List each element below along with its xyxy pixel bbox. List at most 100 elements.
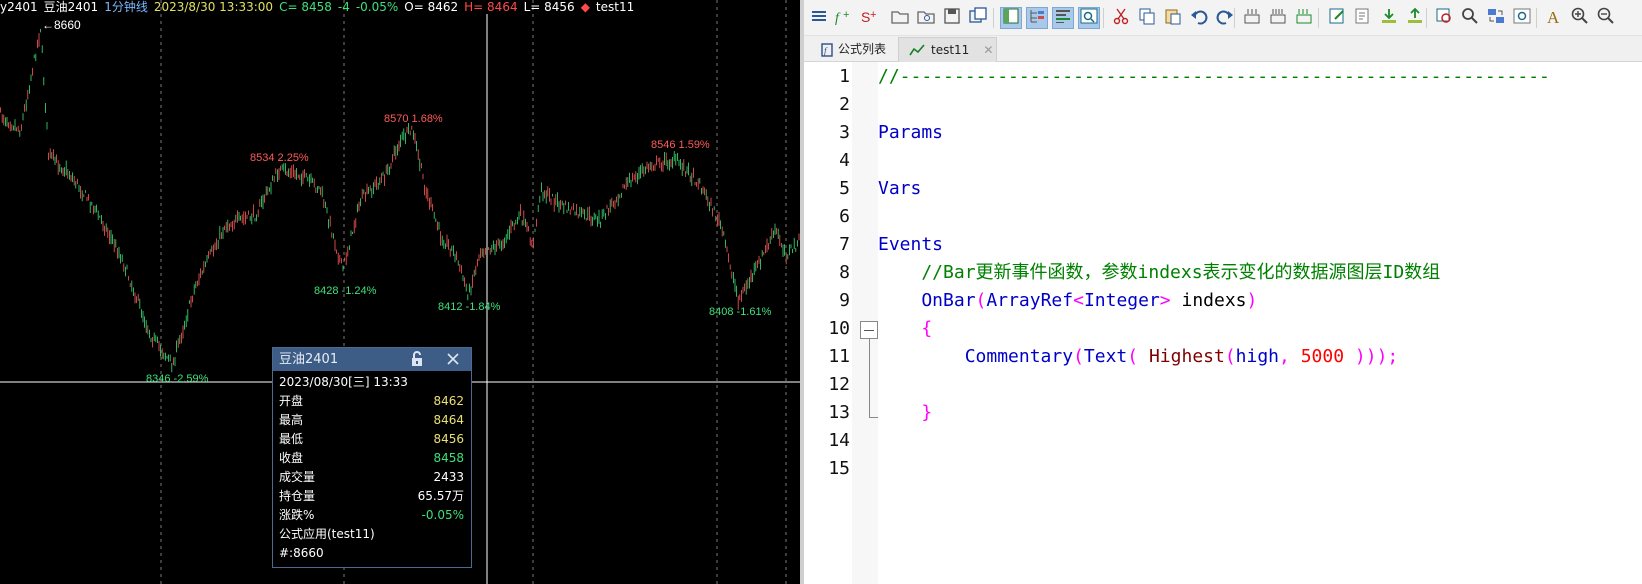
panel-button[interactable] — [1000, 7, 1022, 29]
tab-test11[interactable]: test11 ✕ — [898, 37, 997, 62]
tab-formula-list[interactable]: f 公式列表 — [814, 37, 897, 62]
batch-button[interactable] — [1293, 7, 1315, 29]
tooltip-formula-app: 公式应用(test11) — [279, 527, 375, 541]
copy-button[interactable] — [1136, 7, 1158, 29]
kline-chart-panel[interactable]: ←8660 8534 2.25% 8570 1.68% 8546 1.59% 8346 … — [0, 0, 800, 584]
indicator-label: test11 — [595, 0, 635, 14]
compile-all-button[interactable] — [1267, 7, 1289, 29]
code-token: Integer — [1083, 290, 1160, 311]
code-line[interactable]: //Bar更新事件函数，参数indexs表示变化的数据源图层ID数组 — [878, 259, 1440, 287]
editor-tab-bar: f 公式列表 test11 ✕ — [804, 36, 1642, 62]
paste-button[interactable] — [1162, 7, 1184, 29]
output-button[interactable] — [1052, 7, 1074, 29]
code-token: high — [1235, 346, 1280, 367]
edit-button[interactable] — [1326, 7, 1348, 29]
find-panel-icon — [1079, 6, 1099, 30]
open-button[interactable] — [889, 7, 911, 29]
panel-icon — [1001, 6, 1021, 30]
line-number: 1 — [839, 66, 850, 87]
line-number: 8 — [839, 262, 850, 283]
peak-label: 8570 1.68% — [384, 113, 443, 125]
open-link-icon — [916, 6, 936, 30]
code-token: > — [1159, 290, 1171, 311]
code-token: ( — [1127, 346, 1149, 367]
code-token: //Bar更新事件函数，参数indexs表示变化的数据源图层ID数组 — [878, 262, 1441, 283]
line-number: 14 — [828, 430, 850, 451]
toolbar-separator — [1318, 8, 1319, 28]
svg-text:A: A — [1547, 8, 1560, 26]
save-all-icon — [968, 6, 988, 30]
code-editor[interactable]: 1 //-------------------------------------… — [804, 62, 1642, 584]
code-token: < — [1073, 290, 1084, 311]
code-token: ( — [1073, 346, 1084, 367]
indicator-name[interactable]: ◆ test11 — [581, 0, 641, 14]
paste-icon — [1163, 6, 1183, 30]
redo-button[interactable] — [1214, 7, 1236, 29]
tooltip-date: 2023/08/30[三] 13:33 — [279, 375, 408, 389]
cut-button[interactable] — [1110, 7, 1132, 29]
tooltip-row: 最高 8464 — [273, 411, 471, 430]
symbol-code: y2401 — [0, 0, 38, 14]
code-line[interactable]: //--------------------------------------… — [878, 63, 1550, 91]
tooltip-row-label: 最低 — [279, 432, 304, 446]
code-line[interactable]: Commentary(Text( Highest(high, 5000 ))); — [878, 343, 1399, 371]
tooltip-row-value: 8456 — [433, 432, 464, 446]
goto-button[interactable] — [1511, 7, 1533, 29]
toolbar-separator — [1536, 8, 1537, 28]
change-value: -4 — [337, 0, 350, 14]
save-all-button[interactable] — [967, 7, 989, 29]
period-label[interactable]: 1分钟线 — [104, 0, 148, 14]
tooltip-row-value: 2433 — [433, 470, 464, 484]
export-button[interactable] — [1404, 7, 1426, 29]
find-panel-button[interactable] — [1078, 7, 1100, 29]
change-pct: -0.05% — [355, 0, 399, 14]
high-value: H= 8464 — [464, 0, 518, 14]
low-value: L= 8456 — [523, 0, 575, 14]
tooltip-row: 涨跌% -0.05% — [273, 506, 471, 525]
close-icon[interactable] — [445, 351, 461, 367]
zoom-in-button[interactable] — [1569, 7, 1591, 29]
undo-icon — [1189, 6, 1209, 30]
font-button[interactable]: A — [1543, 7, 1565, 29]
open-value: O= 8462 — [404, 0, 459, 14]
save-button[interactable] — [941, 7, 963, 29]
code-line[interactable]: { — [878, 315, 932, 343]
tooltip-header[interactable]: 豆油2401 — [273, 348, 471, 371]
code-line[interactable]: Vars — [878, 175, 921, 203]
unlock-icon[interactable] — [409, 351, 425, 367]
svg-text:+: + — [870, 9, 876, 21]
replace-icon — [1486, 6, 1506, 30]
fold-toggle-icon[interactable] — [860, 321, 878, 339]
copy-icon — [1137, 6, 1157, 30]
tooltip-row: 成交量 2433 — [273, 468, 471, 487]
undo-button[interactable] — [1188, 7, 1210, 29]
svg-text:+: + — [843, 9, 849, 21]
compile-button[interactable] — [1241, 7, 1263, 29]
code-line[interactable]: OnBar(ArrayRef<Integer> indexs) — [878, 287, 1257, 315]
code-line[interactable]: } — [878, 399, 932, 427]
search-button[interactable] — [1459, 7, 1481, 29]
tooltip-row-label: 持仓量 — [279, 489, 316, 503]
locate-button[interactable] — [1433, 7, 1455, 29]
compile-icon — [1242, 6, 1262, 30]
tree-button[interactable] — [1026, 7, 1048, 29]
code-line[interactable]: Params — [878, 119, 943, 147]
code-token: ) — [1246, 290, 1258, 311]
fx-add-button[interactable]: f + — [832, 7, 854, 29]
list-button[interactable] — [808, 7, 830, 29]
code-line[interactable]: Events — [878, 231, 943, 259]
zoom-out-button[interactable] — [1595, 7, 1617, 29]
line-number: 10 — [828, 318, 850, 339]
curve-icon — [909, 44, 925, 56]
tooltip-row: 最低 8456 — [273, 430, 471, 449]
tooltip-row-label: 收盘 — [279, 451, 304, 465]
open-link-button[interactable] — [915, 7, 937, 29]
tooltip-row: 收盘 8458 — [273, 449, 471, 468]
s-add-button[interactable]: S + — [858, 7, 880, 29]
replace-button[interactable] — [1485, 7, 1507, 29]
properties-button[interactable] — [1352, 7, 1374, 29]
tooltip-row-label: 最高 — [279, 413, 304, 427]
line-number: 3 — [839, 122, 850, 143]
tab-close-icon[interactable]: ✕ — [983, 38, 993, 63]
import-button[interactable] — [1378, 7, 1400, 29]
